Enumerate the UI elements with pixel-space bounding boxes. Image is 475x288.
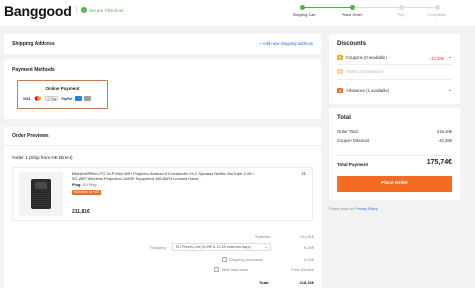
tariff-insurance-label: Tariff Insurance <box>221 267 249 272</box>
item-price: 211,81€ <box>72 209 90 215</box>
total-section: Total Order Total 218,10€ Coupon Discoun… <box>329 108 460 200</box>
payment-methods-section: Payment Methods Online Payment VISA G Pa… <box>4 59 321 119</box>
subtotal-value: 211,81€ <box>299 234 314 239</box>
bank-card-icon <box>74 96 82 101</box>
step-line-todo <box>352 7 438 8</box>
wire-transfer-icon <box>83 96 91 101</box>
plug-value: EU Plug <box>82 183 97 187</box>
chevron-down-icon[interactable]: ⌄ <box>448 54 452 60</box>
coupons-discount-value: -42,36€ <box>429 56 444 61</box>
logo-text: Banggood <box>4 3 72 19</box>
divider <box>337 79 452 80</box>
order-previews-section: Order Previews Order 1 (Ship from HK Dir… <box>4 127 321 288</box>
step-dot-shipping-cart <box>300 5 305 10</box>
product-plug: Plug: EU Plug <box>72 183 97 187</box>
privacy-prefix: Please read our <box>329 207 355 211</box>
secure-checkout: ✓ Secure Checkout <box>76 6 124 14</box>
product-name[interactable]: BlitzWolf®BW-VT2 DLP Mini WiFi Projector… <box>72 171 257 181</box>
place-order-button[interactable]: Place Order <box>337 176 452 192</box>
payment-methods-title: Payment Methods <box>12 67 55 73</box>
order-label: Order 1 (Ship from HK Direct) <box>12 155 73 160</box>
total-payment-value: 175,74€ <box>426 159 452 166</box>
shipping-insurance-checkbox[interactable] <box>222 257 227 262</box>
product-image[interactable] <box>19 172 63 216</box>
step-dot-completed <box>435 5 440 10</box>
shipping-insurance-value: 4,24€ <box>303 257 314 262</box>
coupon-discount-label: Coupon Discount <box>337 138 370 143</box>
shipping-address-title: Shipping Address <box>12 41 55 47</box>
divider <box>337 155 452 156</box>
subtotal-label: Subtotal: <box>255 234 271 239</box>
chevron-down-icon[interactable]: ⌄ <box>448 87 452 93</box>
step-dot-place-order <box>350 5 355 10</box>
paypal-icon: PayPal <box>61 96 72 101</box>
tariff-insurance-value: Free Service <box>291 267 314 272</box>
shipping-address-section: Shipping Address + Add new shipping addr… <box>4 34 321 54</box>
order-total-value: 218,10€ <box>436 129 452 134</box>
banggood-logo[interactable]: Banggood <box>4 3 72 19</box>
total-payment-label: Total Payment <box>337 162 369 167</box>
online-payment-label: Online Payment <box>45 86 80 91</box>
coupons-row[interactable]: % Coupons (0 available) <box>337 55 387 60</box>
order-total-label: Order Total <box>337 129 358 134</box>
coupon-icon: % <box>337 55 343 60</box>
checkout-steps: Shipping Cart Place Order Pay Completed <box>292 5 446 19</box>
points-row: P Points (Unavailable) <box>337 69 383 74</box>
item-quantity: x1 <box>301 171 306 176</box>
add-shipping-address-link[interactable]: + Add new shipping address <box>259 41 313 46</box>
secure-checkout-label: Secure Checkout <box>89 7 124 13</box>
privacy-notice: Please read our Privacy Policy <box>329 207 378 211</box>
google-pay-icon: G Pay <box>45 96 59 101</box>
shipping-label: Shipping: <box>150 245 167 250</box>
coupons-label: Coupons (0 available) <box>346 55 387 60</box>
step-label-pay: Pay <box>397 13 405 17</box>
payment-icons: VISA G Pay PayPal <box>22 96 91 101</box>
points-icon: P <box>337 69 343 74</box>
privacy-policy-link[interactable]: Privacy Policy <box>355 207 377 211</box>
divider <box>337 64 452 65</box>
shipping-option-text: EU Priority Line (6,29€ & 10-25 business… <box>176 245 251 249</box>
step-dot-pay <box>399 5 404 10</box>
points-label: Points (Unavailable) <box>346 69 384 74</box>
divider <box>76 6 77 14</box>
step-label-shipping-cart: Shipping Cart <box>292 13 316 17</box>
visa-icon: VISA <box>23 96 31 101</box>
tariff-insurance-checkbox[interactable] <box>214 267 219 272</box>
step-label-place-order: Place Order <box>341 13 363 17</box>
top-bar: Banggood ✓ Secure Checkout Shipping Cart… <box>0 0 475 26</box>
projector-lens <box>35 182 47 189</box>
order-previews-title: Order Previews <box>12 133 49 139</box>
order-total-label: Total: <box>259 280 270 285</box>
shipping-value: 6,29€ <box>303 245 314 250</box>
chevron-down-icon: ⌄ <box>264 244 268 249</box>
discounts-section: Discounts % Coupons (0 available) -42,36… <box>329 34 460 104</box>
allowance-icon: A <box>337 88 343 93</box>
coupon-discount-value: -42,36€ <box>437 138 452 143</box>
allowance-row[interactable]: A Allowance (1 available) <box>337 88 389 93</box>
shield-check-icon: ✓ <box>81 7 87 13</box>
total-title: Total <box>337 115 351 121</box>
order-item: BlitzWolf®BW-VT2 DLP Mini WiFi Projector… <box>12 167 313 221</box>
vat-badge: Inclusive of VAT <box>72 190 102 195</box>
projector-grille <box>33 192 49 206</box>
divider <box>4 145 321 146</box>
step-label-completed: Completed <box>427 13 447 17</box>
order-total-value: 218,10€ <box>299 280 314 285</box>
allowance-label: Allowance (1 available) <box>346 88 390 93</box>
online-payment-option[interactable]: Online Payment VISA G Pay PayPal <box>17 80 108 109</box>
shipping-method-select[interactable]: EU Priority Line (6,29€ & 10-25 business… <box>172 243 271 251</box>
mastercard-icon <box>33 96 43 101</box>
step-line-done <box>302 7 352 8</box>
shipping-insurance-label: Shipping Insurance <box>229 257 264 262</box>
plug-label: Plug: <box>72 183 82 187</box>
discounts-title: Discounts <box>337 41 367 47</box>
